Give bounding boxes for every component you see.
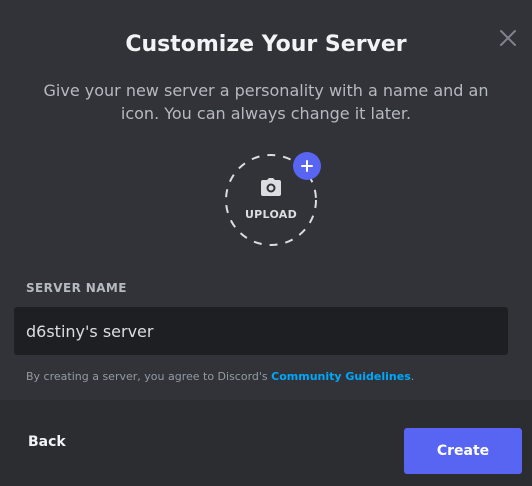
modal-footer: Back Create	[0, 400, 532, 486]
modal-title: Customize Your Server	[125, 32, 407, 57]
modal-subtitle: Give your new server a personality with …	[43, 81, 489, 123]
plus-icon	[301, 160, 313, 172]
create-server-modal: Customize Your Server Give your new serv…	[0, 0, 532, 486]
upload-icon-button[interactable]: UPLOAD	[223, 152, 321, 248]
terms-notice: By creating a server, you agree to Disco…	[26, 370, 414, 383]
create-button[interactable]: Create	[404, 428, 522, 474]
back-button[interactable]: Back	[20, 428, 74, 456]
add-badge	[293, 152, 321, 180]
terms-suffix: .	[410, 370, 415, 383]
upload-label: UPLOAD	[244, 208, 298, 221]
terms-prefix: By creating a server, you agree to Disco…	[26, 370, 272, 383]
community-guidelines-link[interactable]: Community Guidelines	[271, 370, 411, 383]
camera-icon	[261, 178, 281, 196]
server-name-label: SERVER NAME	[26, 281, 127, 295]
server-name-input[interactable]	[14, 307, 508, 355]
